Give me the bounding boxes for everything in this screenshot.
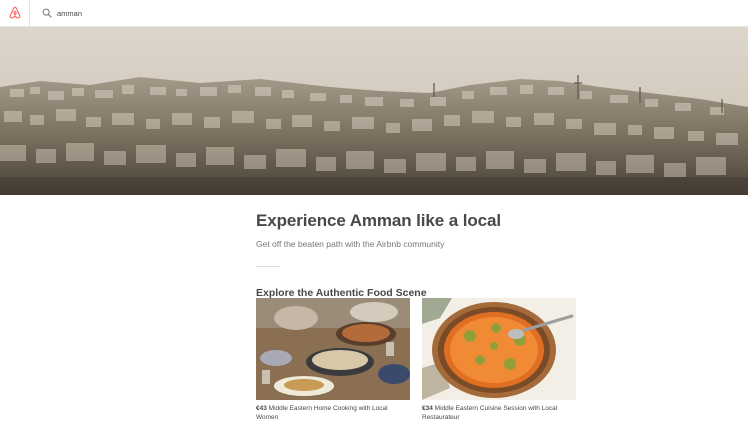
experience-card[interactable]: €34 Middle Eastern Cuisine Session with … xyxy=(422,298,576,422)
divider xyxy=(256,266,280,267)
card-title: Middle Eastern Cuisine Session with Loca… xyxy=(422,405,558,421)
card-caption: €43 Middle Eastern Home Cooking with Loc… xyxy=(256,404,410,422)
card-caption: €34 Middle Eastern Cuisine Session with … xyxy=(422,404,576,422)
hero-image xyxy=(0,27,748,195)
logo-link[interactable] xyxy=(0,0,30,26)
card-title: Middle Eastern Home Cooking with Local W… xyxy=(256,405,388,421)
page-subtitle: Get off the beaten path with the Airbnb … xyxy=(256,239,445,249)
card-price: €34 xyxy=(422,405,433,412)
airbnb-logo-icon xyxy=(9,6,20,19)
main-content: Experience Amman like a local Get off th… xyxy=(256,205,596,299)
top-bar xyxy=(0,0,748,27)
experience-card[interactable]: €43 Middle Eastern Home Cooking with Loc… xyxy=(256,298,410,422)
search-icon xyxy=(42,8,52,18)
knafeh-plate-photo xyxy=(422,298,576,400)
page-title: Experience Amman like a local xyxy=(256,211,501,230)
search-input[interactable] xyxy=(57,8,257,18)
experience-cards: €43 Middle Eastern Home Cooking with Loc… xyxy=(256,298,596,428)
card-price: €43 xyxy=(256,405,267,412)
food-table-photo xyxy=(256,298,410,400)
search-bar[interactable] xyxy=(30,0,330,26)
